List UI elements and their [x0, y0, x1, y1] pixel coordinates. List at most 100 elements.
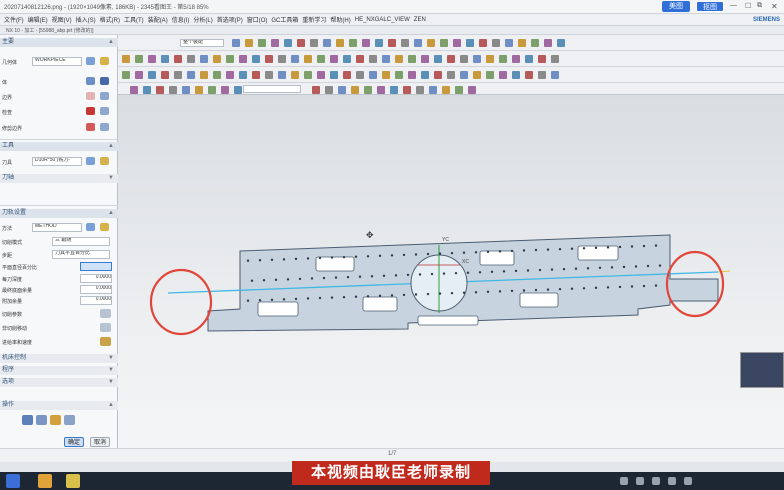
toolbar-tool-icon[interactable] — [403, 86, 411, 94]
replay-icon[interactable] — [36, 415, 47, 425]
new-tool-icon[interactable] — [86, 157, 95, 165]
toolbar-tool-icon[interactable] — [364, 86, 372, 94]
app-icon[interactable] — [66, 474, 80, 488]
extra-stock-input[interactable]: 0.0000 — [80, 296, 112, 305]
menu-file[interactable]: 文件(F) — [4, 15, 24, 24]
toolbar-tool-icon[interactable] — [401, 39, 409, 47]
toolbar-tool-icon[interactable] — [213, 55, 221, 63]
toolbar-tool-icon[interactable] — [182, 86, 190, 94]
toolbar-tool-icon[interactable] — [187, 55, 195, 63]
close-icon[interactable]: ✕ — [771, 2, 778, 11]
new-geometry-icon[interactable] — [86, 57, 95, 65]
toolbar-tool-icon[interactable] — [258, 39, 266, 47]
menu-he-view[interactable]: HE_NXGALC_VIEW — [355, 17, 410, 23]
maximize-icon[interactable]: ☐ — [745, 2, 751, 10]
toolbar-tool-icon[interactable] — [377, 86, 385, 94]
toolbar-tool-icon[interactable] — [213, 71, 221, 79]
toolbar-tool-icon[interactable] — [169, 86, 177, 94]
check-icon[interactable] — [86, 107, 95, 115]
section-program[interactable]: 程序 ▼ — [0, 366, 118, 375]
selection-filter-dropdown[interactable]: 整个装配 — [180, 39, 224, 47]
step-select[interactable]: 刀具平直百分比 — [52, 250, 110, 259]
menu-zen[interactable]: ZEN — [414, 17, 426, 23]
toolbar-tool-icon[interactable] — [362, 39, 370, 47]
toolbar-tool-icon[interactable] — [557, 39, 565, 47]
toolbar-tool-icon[interactable] — [135, 55, 143, 63]
toolbar-tool-icon[interactable] — [143, 86, 151, 94]
toolbar-tool-icon[interactable] — [200, 55, 208, 63]
section-machine-control[interactable]: 机床控制 ▼ — [0, 354, 118, 363]
menu-preferences[interactable]: 首选项(P) — [217, 15, 243, 24]
menu-info[interactable]: 信息(I) — [172, 15, 190, 24]
noncut-icon[interactable] — [100, 323, 111, 332]
toolbar-tool-icon[interactable] — [453, 39, 461, 47]
list-icon[interactable] — [64, 415, 75, 425]
ok-button[interactable]: 确定 — [64, 437, 84, 447]
toolbar-tool-icon[interactable] — [317, 71, 325, 79]
edit-method-icon[interactable] — [100, 223, 109, 231]
toolbar-tool-icon[interactable] — [479, 39, 487, 47]
toolbar-tool-icon[interactable] — [518, 39, 526, 47]
toolbar-tool-icon[interactable] — [551, 71, 559, 79]
menu-format[interactable]: 格式(R) — [100, 15, 120, 24]
toolbar-tool-icon[interactable] — [440, 39, 448, 47]
toolbar-tool-icon[interactable] — [473, 71, 481, 79]
restore-icon[interactable]: ⧉ — [757, 2, 762, 10]
toolbar-tool-icon[interactable] — [161, 71, 169, 79]
tray-icon[interactable] — [620, 477, 628, 485]
section-options[interactable]: 选项 ▼ — [0, 378, 118, 387]
toolbar-tool-icon[interactable] — [460, 71, 468, 79]
tray-icon[interactable] — [668, 477, 676, 485]
toolbar-tool-icon[interactable] — [356, 71, 364, 79]
section-main[interactable]: 主要 ▲ — [0, 38, 118, 47]
toolbar-tool-icon[interactable] — [310, 39, 318, 47]
specify-part-icon[interactable] — [86, 77, 95, 85]
pct-input[interactable] — [80, 262, 112, 271]
display-part-icon[interactable] — [100, 77, 109, 85]
boundary-icon[interactable] — [86, 92, 95, 100]
toolbar-tool-icon[interactable] — [531, 39, 539, 47]
toolbar-tool-icon[interactable] — [208, 86, 216, 94]
beautify-button[interactable]: 美图 — [662, 1, 690, 12]
section-actions[interactable]: 操作 ▲ — [0, 401, 118, 410]
menu-gc-toolkit[interactable]: GC工具箱 — [271, 15, 298, 24]
toolbar-tool-icon[interactable] — [382, 71, 390, 79]
section-path-settings[interactable]: 刀轨设置 ▲ — [0, 209, 118, 218]
toolbar-tool-icon[interactable] — [200, 71, 208, 79]
toolbar-tool-icon[interactable] — [408, 55, 416, 63]
toolbar-tool-icon[interactable] — [265, 71, 273, 79]
section-tool-axis[interactable]: 刀轴 ▼ — [0, 174, 118, 183]
toolbar-tool-icon[interactable] — [323, 39, 331, 47]
menu-insert[interactable]: 插入(S) — [76, 15, 96, 24]
toolbar-tool-icon[interactable] — [351, 86, 359, 94]
menu-tools[interactable]: 工具(T) — [124, 15, 144, 24]
toolbar-tool-icon[interactable] — [304, 71, 312, 79]
toolbar-tool-icon[interactable] — [395, 55, 403, 63]
toolbar-tool-icon[interactable] — [525, 55, 533, 63]
toolbar-tool-icon[interactable] — [234, 86, 242, 94]
toolbar-tool-icon[interactable] — [486, 55, 494, 63]
edit-geometry-icon[interactable] — [100, 57, 109, 65]
cancel-button[interactable]: 取消 — [90, 437, 110, 447]
toolbar-tool-icon[interactable] — [271, 39, 279, 47]
toolbar-tool-icon[interactable] — [369, 71, 377, 79]
toolbar-tool-icon[interactable] — [135, 71, 143, 79]
snap-filter-dropdown[interactable] — [243, 85, 301, 93]
toolbar-tool-icon[interactable] — [434, 71, 442, 79]
toolbar-tool-icon[interactable] — [156, 86, 164, 94]
trim-icon[interactable] — [86, 123, 95, 131]
toolbar-tool-icon[interactable] — [291, 71, 299, 79]
toolbar-tool-icon[interactable] — [312, 86, 320, 94]
toolbar-tool-icon[interactable] — [442, 86, 450, 94]
toolbar-tool-icon[interactable] — [434, 55, 442, 63]
toolbar-tool-icon[interactable] — [336, 39, 344, 47]
toolbar-tool-icon[interactable] — [174, 71, 182, 79]
toolbar-tool-icon[interactable] — [408, 71, 416, 79]
generate-icon[interactable] — [22, 415, 33, 425]
tray-icon[interactable] — [636, 477, 644, 485]
toolbar-tool-icon[interactable] — [297, 39, 305, 47]
toolbar-tool-icon[interactable] — [525, 71, 533, 79]
menu-relearn[interactable]: 重新学习 — [302, 15, 326, 24]
toolbar-tool-icon[interactable] — [148, 55, 156, 63]
toolbar-tool-icon[interactable] — [551, 55, 559, 63]
